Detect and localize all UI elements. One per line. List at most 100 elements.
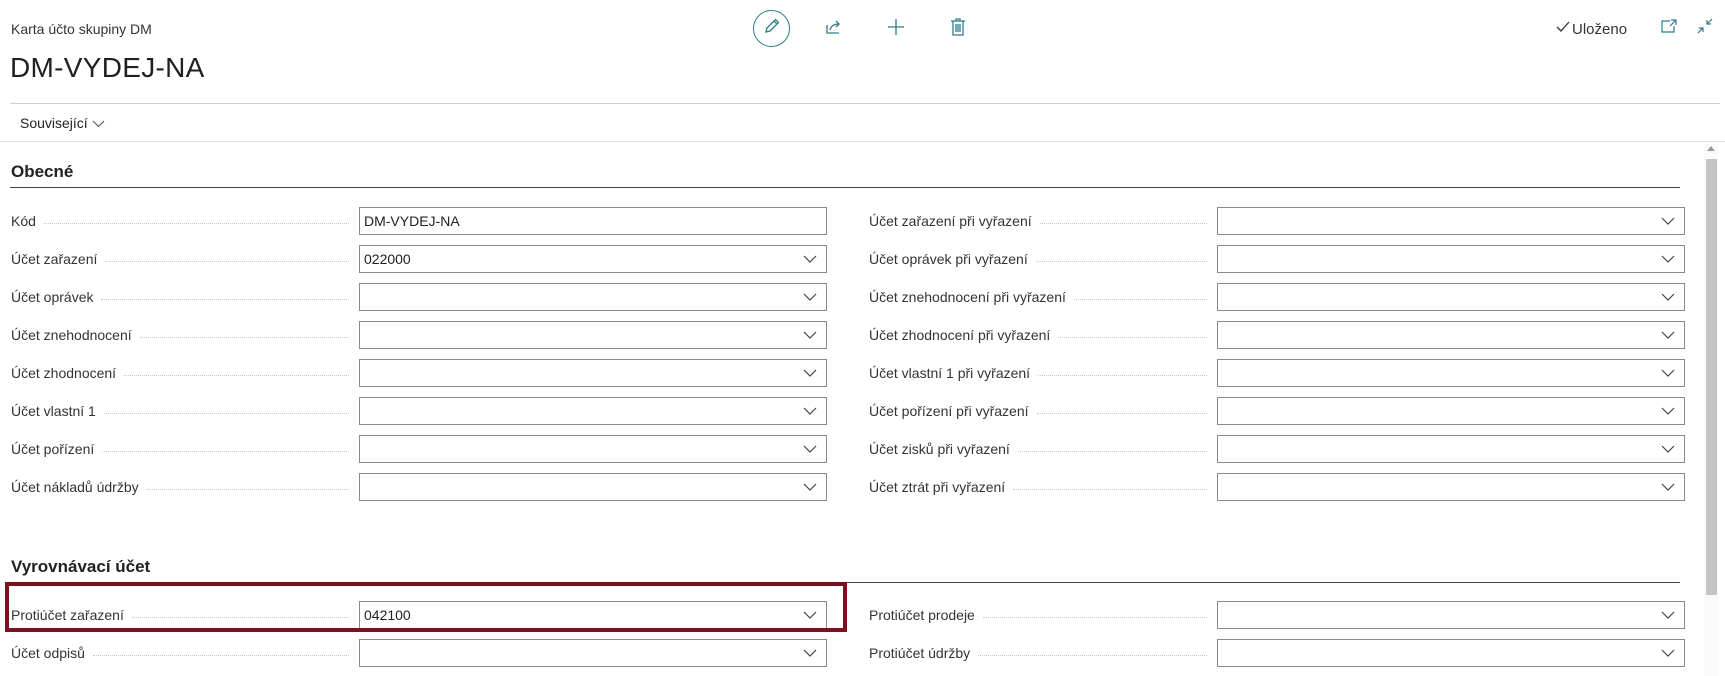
field-label-text: Účet vlastní 1 [11, 403, 96, 419]
share-button[interactable] [816, 11, 852, 47]
field-label-ucet-porizeni: Účet pořízení [11, 439, 349, 459]
related-menu-label: Související [20, 115, 88, 131]
field-label-ucet-zhodnoceni: Účet zhodnocení [11, 363, 349, 383]
dotted-leader [1013, 488, 1207, 490]
field-label-ucet-opravek: Účet oprávek [11, 287, 349, 307]
scrollbar-thumb[interactable] [1706, 159, 1717, 595]
edit-pencil-icon [763, 17, 781, 40]
chevron-down-icon[interactable] [1652, 360, 1684, 386]
chevron-down-icon[interactable] [1652, 322, 1684, 348]
related-menu[interactable]: Související [20, 115, 105, 131]
chevron-down-icon[interactable] [1652, 284, 1684, 310]
ucet-znehodnoceni-pri-vyrazeni-dropdown[interactable] [1217, 283, 1685, 311]
chevron-down-icon[interactable] [1652, 246, 1684, 272]
ucet-porizeni-dropdown[interactable] [359, 435, 827, 463]
field-value[interactable]: 022000 [360, 251, 794, 267]
kod-input[interactable]: DM-VYDEJ-NA [359, 207, 827, 235]
dotted-leader [1035, 260, 1207, 262]
field-label-text: Kód [11, 213, 36, 229]
dotted-leader [139, 336, 349, 338]
scroll-up-icon[interactable] [1707, 146, 1715, 151]
open-new-window-icon [1661, 18, 1677, 38]
field-label-ucet-vlastni-1: Účet vlastní 1 [11, 401, 349, 421]
ucet-vlastni-1-dropdown[interactable] [359, 397, 827, 425]
chevron-down-icon [92, 115, 105, 131]
chevron-down-icon[interactable] [1652, 398, 1684, 424]
dotted-leader [1038, 374, 1207, 376]
chevron-down-icon[interactable] [794, 246, 826, 272]
ucet-odpisu-dropdown[interactable] [359, 639, 827, 667]
chevron-down-icon[interactable] [1652, 602, 1684, 628]
ucet-zarazeni-pri-vyrazeni-dropdown[interactable] [1217, 207, 1685, 235]
field-label-ucet-vlastni-1-pri-vyrazeni: Účet vlastní 1 při vyřazení [869, 363, 1207, 383]
field-label-text: Účet zařazení [11, 251, 98, 267]
checkmark-icon [1556, 20, 1570, 38]
field-label-text: Účet znehodnocení při vyřazení [869, 289, 1066, 305]
edit-button[interactable] [753, 10, 790, 47]
chevron-down-icon[interactable] [794, 602, 826, 628]
trash-icon [950, 17, 966, 41]
ucet-opravek-dropdown[interactable] [359, 283, 827, 311]
delete-button[interactable] [940, 11, 976, 47]
protiucet-udrzby-dropdown[interactable] [1217, 639, 1685, 667]
chevron-down-icon[interactable] [794, 360, 826, 386]
field-label-ucet-opravek-pri-vyrazeni: Účet oprávek při vyřazení [869, 249, 1207, 269]
open-new-window-button[interactable] [1658, 17, 1680, 39]
ucet-opravek-pri-vyrazeni-dropdown[interactable] [1217, 245, 1685, 273]
field-label-text: Účet pořízení při vyřazení [869, 403, 1029, 419]
chevron-down-icon[interactable] [1652, 436, 1684, 462]
saved-status: Uloženo [1556, 20, 1627, 38]
ucet-zarazeni-dropdown[interactable]: 022000 [359, 245, 827, 273]
collapse-button[interactable] [1694, 17, 1716, 39]
ucet-znehodnoceni-dropdown[interactable] [359, 321, 827, 349]
field-label-ucet-zhodnoceni-pri-vyrazeni: Účet zhodnocení při vyřazení [869, 325, 1207, 345]
field-label-ucet-ztrat-pri-vyrazeni: Účet ztrát při vyřazení [869, 477, 1207, 497]
field-label-ucet-zisku-pri-vyrazeni: Účet zisků při vyřazení [869, 439, 1207, 459]
dotted-leader [124, 374, 349, 376]
chevron-down-icon[interactable] [794, 322, 826, 348]
section-divider [10, 582, 1680, 583]
field-label-text: Účet zhodnocení při vyřazení [869, 327, 1051, 343]
field-label-text: Účet zhodnocení [11, 365, 117, 381]
field-label-ucet-znehodnoceni: Účet znehodnocení [11, 325, 349, 345]
field-label-ucet-nakladu-udrzby: Účet nákladů údržby [11, 477, 349, 497]
ucet-zisku-pri-vyrazeni-dropdown[interactable] [1217, 435, 1685, 463]
ucet-nakladu-udrzby-dropdown[interactable] [359, 473, 827, 501]
plus-icon [887, 18, 905, 41]
dotted-leader [1039, 222, 1207, 224]
chevron-down-icon[interactable] [1652, 208, 1684, 234]
chevron-down-icon[interactable] [794, 436, 826, 462]
ucet-ztrat-pri-vyrazeni-dropdown[interactable] [1217, 473, 1685, 501]
ucet-zhodnoceni-pri-vyrazeni-dropdown[interactable] [1217, 321, 1685, 349]
chevron-down-icon[interactable] [794, 640, 826, 666]
field-label-text: Protiúčet údržby [869, 645, 971, 661]
page-subtitle: Karta účto skupiny DM [11, 21, 152, 37]
ucet-zhodnoceni-dropdown[interactable] [359, 359, 827, 387]
section-title-general[interactable]: Obecné [11, 162, 73, 182]
field-label-ucet-zarazeni: Účet zařazení [11, 249, 349, 269]
collapse-icon [1697, 18, 1713, 39]
field-value[interactable]: DM-VYDEJ-NA [360, 213, 826, 229]
ucet-vlastni-1-pri-vyrazeni-dropdown[interactable] [1217, 359, 1685, 387]
chevron-down-icon[interactable] [1652, 640, 1684, 666]
field-label-text: Účet znehodnocení [11, 327, 132, 343]
dotted-leader [131, 616, 349, 618]
chevron-down-icon[interactable] [794, 284, 826, 310]
field-label-text: Účet ztrát při vyřazení [869, 479, 1006, 495]
chevron-down-icon[interactable] [1652, 474, 1684, 500]
new-button[interactable] [878, 11, 914, 47]
section-title-balancing[interactable]: Vyrovnávací účet [11, 557, 150, 577]
chevron-down-icon[interactable] [794, 474, 826, 500]
protiucet-zarazeni-dropdown[interactable]: 042100 [359, 601, 827, 629]
chevron-down-icon[interactable] [794, 398, 826, 424]
dotted-leader [146, 488, 349, 490]
header-divider [10, 103, 1720, 104]
field-label-protiucet-udrzby: Protiúčet údržby [869, 643, 1207, 663]
protiucet-prodeje-dropdown[interactable] [1217, 601, 1685, 629]
field-value[interactable]: 042100 [360, 607, 794, 623]
field-label-ucet-odpisu: Účet odpisů [11, 643, 349, 663]
ucet-porizeni-pri-vyrazeni-dropdown[interactable] [1217, 397, 1685, 425]
field-label-ucet-zarazeni-pri-vyrazeni: Účet zařazení při vyřazení [869, 211, 1207, 231]
dotted-leader [92, 654, 349, 656]
field-label-text: Protiúčet zařazení [11, 607, 124, 623]
